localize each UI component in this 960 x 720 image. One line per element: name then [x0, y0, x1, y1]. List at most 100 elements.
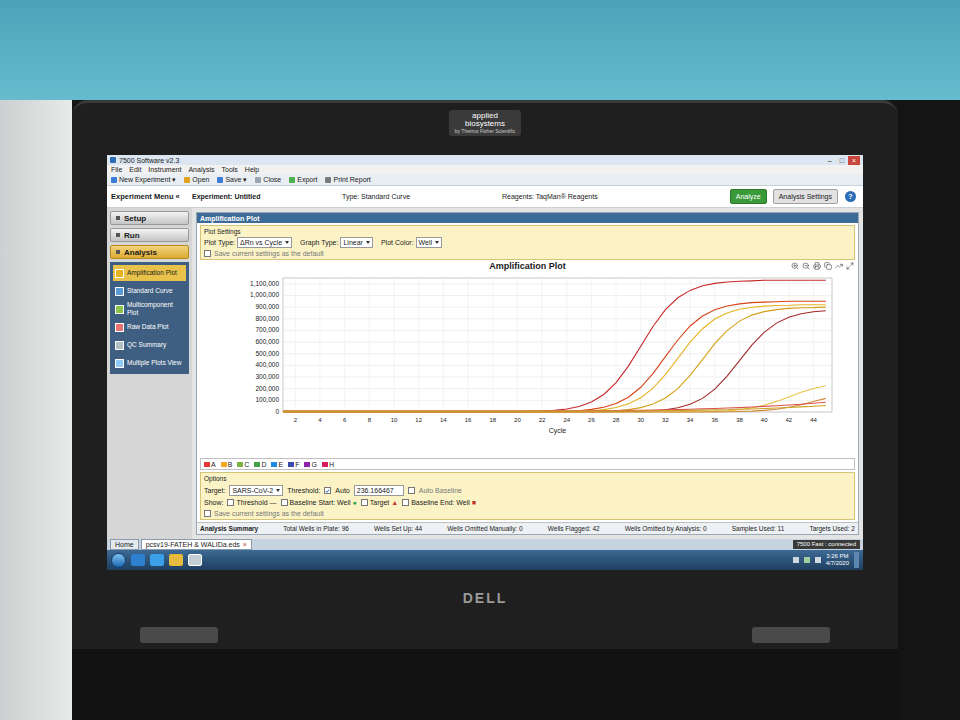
taskbar-app-icon[interactable] — [150, 554, 164, 566]
start-orb-icon[interactable] — [111, 553, 126, 568]
photo-scene: applied biosystemsby Thermo Fisher Scien… — [0, 0, 960, 720]
x-tick: 20 — [514, 278, 521, 423]
chart-tool-icon[interactable] — [813, 262, 821, 270]
panel-header: Amplification Plot — [197, 213, 858, 223]
toolbar: New Experiment ▾ Open Save ▾ Close Export Pri… — [107, 174, 863, 186]
menu-item[interactable]: Instrument — [148, 165, 181, 174]
toolbar-button[interactable]: Close — [255, 175, 281, 184]
svg-text:34: 34 — [686, 417, 693, 423]
legend-swatch — [221, 462, 227, 467]
document-tabs: Homepcsv19-FATEH & WALIDa.eds×7500 Fast … — [107, 539, 863, 550]
window-control[interactable]: × — [848, 156, 860, 165]
threshold-input[interactable]: 236.166467 — [354, 485, 404, 496]
amplification-curve[interactable] — [283, 305, 826, 412]
toolbar-icon — [255, 177, 261, 183]
save-default-checkbox[interactable] — [204, 510, 211, 517]
menu-item[interactable]: File — [111, 165, 122, 174]
window-control[interactable]: □ — [836, 156, 848, 165]
menu-item[interactable]: Help — [245, 165, 259, 174]
show-option[interactable]: Baseline Start: Well● — [281, 498, 357, 507]
analysis-item[interactable]: Multicomponent Plot — [113, 301, 186, 317]
analysis-item-icon — [115, 359, 124, 368]
svg-text:6: 6 — [343, 417, 347, 423]
analysis-item[interactable]: Multiple Plots View — [113, 355, 186, 371]
plot-setting-select[interactable]: Linear — [340, 237, 372, 248]
show-desktop[interactable] — [854, 552, 859, 568]
menu-item[interactable]: Tools — [222, 165, 238, 174]
svg-text:16: 16 — [464, 417, 471, 423]
taskbar-app-icon[interactable] — [188, 554, 202, 566]
title-bar: 7500 Software v2.3–□× — [107, 155, 863, 165]
nav-item[interactable]: Run — [110, 228, 189, 242]
amplification-curve[interactable] — [283, 307, 826, 412]
legend-swatch — [304, 462, 310, 467]
amplification-curve[interactable] — [283, 406, 826, 412]
y-tick: 300,000 — [255, 373, 832, 380]
menu-item[interactable]: Analysis — [188, 165, 214, 174]
summary-item: Samples Used: 11 — [732, 524, 785, 533]
toolbar-button[interactable]: Export — [289, 175, 317, 184]
analysis-item[interactable]: Amplification Plot — [113, 265, 186, 281]
chart-tool-icon[interactable] — [835, 262, 843, 270]
chart-tool-icon[interactable] — [846, 262, 854, 270]
toolbar-button[interactable]: Save ▾ — [217, 175, 247, 184]
show-option[interactable]: Threshold— — [227, 498, 276, 507]
amplification-panel: Amplification PlotPlot SettingsPlot Type… — [196, 212, 859, 535]
svg-text:1,100,000: 1,100,000 — [250, 280, 279, 287]
menu-item[interactable]: Edit — [129, 165, 141, 174]
legend-item: F — [288, 460, 299, 469]
experiment-menu-label[interactable]: Experiment Menu « — [107, 192, 192, 201]
help-button[interactable]: ? — [845, 191, 856, 202]
legend-item: C — [237, 460, 249, 469]
auto-threshold-checkbox[interactable] — [324, 487, 331, 494]
analysis-item[interactable]: Standard Curve — [113, 283, 186, 299]
auto-baseline-checkbox[interactable] — [408, 487, 415, 494]
show-option[interactable]: Baseline End: Well■ — [402, 498, 476, 507]
svg-text:26: 26 — [588, 417, 595, 423]
amplification-curve[interactable] — [283, 280, 826, 412]
amplification-curve[interactable] — [283, 386, 826, 412]
dropdown-caret-icon — [435, 241, 439, 244]
analysis-settings-button[interactable]: Analysis Settings — [773, 189, 838, 204]
window-control[interactable]: – — [824, 156, 836, 165]
chart-tool-icon[interactable] — [824, 262, 832, 270]
toolbar-button[interactable]: Open — [184, 175, 209, 184]
svg-text:30: 30 — [637, 417, 644, 423]
target-select[interactable]: SARS-CoV-2 — [229, 485, 283, 496]
show-checkbox[interactable] — [281, 499, 288, 506]
svg-text:28: 28 — [612, 417, 619, 423]
toolbar-button[interactable]: Print Report — [325, 175, 370, 184]
save-default-checkbox[interactable] — [204, 250, 211, 257]
analyze-button[interactable]: Analyze — [730, 189, 767, 204]
amplification-curve[interactable] — [283, 311, 826, 412]
amplification-curve[interactable] — [283, 398, 826, 412]
svg-text:200,000: 200,000 — [255, 385, 279, 392]
legend-swatch — [322, 462, 328, 467]
document-tab[interactable]: pcsv19-FATEH & WALIDa.eds× — [141, 539, 252, 550]
show-checkbox[interactable] — [361, 499, 368, 506]
chart-title: Amplification Plot — [489, 262, 566, 271]
legend-item: H — [322, 460, 334, 469]
plot-setting-select[interactable]: ΔRn vs Cycle — [237, 237, 292, 248]
show-option[interactable]: Target▲ — [361, 498, 398, 507]
analysis-item[interactable]: Raw Data Plot — [113, 319, 186, 335]
x-tick: 10 — [390, 278, 397, 423]
nav-item[interactable]: Analysis — [110, 245, 189, 259]
amplification-curve[interactable] — [283, 402, 826, 411]
document-tab[interactable]: Home — [110, 539, 139, 550]
analysis-item[interactable]: QC Summary — [113, 337, 186, 353]
svg-text:42: 42 — [785, 417, 792, 423]
chart-tool-icon[interactable] — [802, 262, 810, 270]
taskbar-app-icon[interactable] — [131, 554, 145, 566]
show-checkbox[interactable] — [227, 499, 234, 506]
y-tick: 600,000 — [255, 338, 832, 345]
show-checkbox[interactable] — [402, 499, 409, 506]
toolbar-button[interactable]: New Experiment ▾ — [111, 175, 176, 184]
amplification-curve[interactable] — [283, 301, 826, 412]
taskbar-app-icon[interactable] — [169, 554, 183, 566]
nav-item[interactable]: Setup — [110, 211, 189, 225]
plot-setting-select[interactable]: Well — [416, 237, 442, 248]
svg-text:400,000: 400,000 — [255, 361, 279, 368]
x-tick: 40 — [760, 278, 767, 423]
chart-tool-icon[interactable] — [791, 262, 799, 270]
